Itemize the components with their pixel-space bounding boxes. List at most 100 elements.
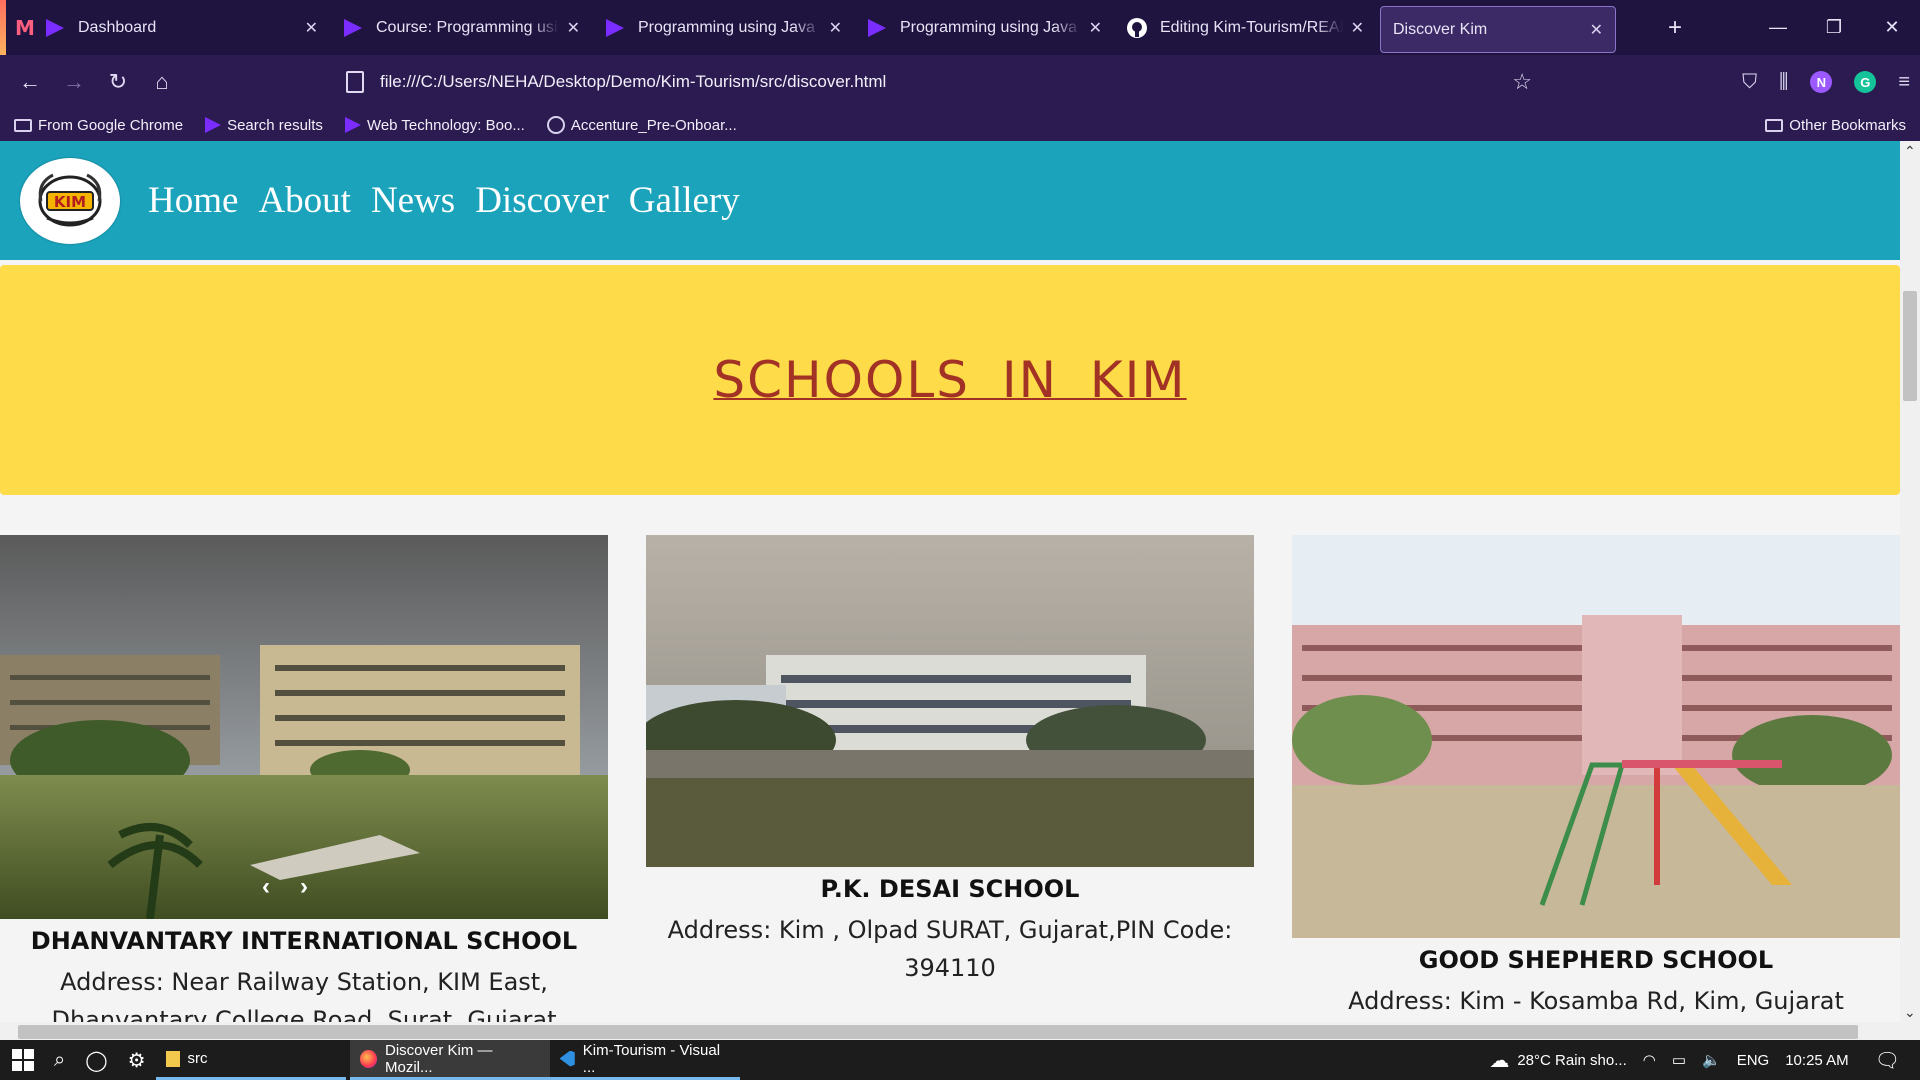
library-icon[interactable]: ⫼ (1779, 71, 1788, 94)
notification-icon[interactable]: 🗨 (1875, 1048, 1900, 1073)
scrollbar-thumb[interactable] (1903, 291, 1917, 401)
tab-dashboard[interactable]: M Dashboard ✕ (0, 0, 330, 55)
forward-arrow-icon[interactable]: → (52, 60, 96, 104)
tab-title: Dashboard (78, 18, 157, 36)
cloud-rain-icon: ☁ (1489, 1049, 1510, 1072)
tab-bar: M Dashboard ✕ Course: Programming using … (0, 0, 1920, 55)
folder-icon (1765, 118, 1784, 132)
nav-gallery[interactable]: Gallery (629, 179, 740, 222)
tab-programming-con[interactable]: Programming using Java Con ✕ (592, 0, 854, 55)
weather-text: 28°C Rain sho... (1517, 1051, 1627, 1069)
bookmark-accenture[interactable]: Accenture_Pre-Onboar... (546, 116, 737, 134)
kim-logo[interactable]: KIM (20, 157, 120, 244)
pocket-icon[interactable]: ⛉ (1742, 71, 1757, 94)
tab-discover-kim[interactable]: Discover Kim ✕ (1380, 6, 1616, 53)
horizontal-scrollbar[interactable] (0, 1022, 1900, 1042)
grammarly-icon[interactable]: G (1854, 71, 1877, 93)
nav-news[interactable]: News (371, 179, 455, 222)
weather-widget[interactable]: ☁ 28°C Rain sho... (1489, 1048, 1626, 1073)
school-card-good-shepherd: GOOD SHEPHERD SCHOOL Address: Kim - Kosa… (1292, 535, 1900, 1045)
taskbar-app-src[interactable]: src (155, 1040, 346, 1080)
globe-icon (546, 116, 565, 134)
taskbar-app-label: Kim-Tourism - Visual ... (582, 1041, 721, 1076)
page-title[interactable]: SCHOOLS IN KIM (713, 351, 1186, 409)
scroll-down-icon[interactable]: ⌄ (1904, 1004, 1916, 1021)
scroll-up-icon[interactable]: ⌃ (1904, 143, 1916, 160)
school-name: GOOD SHEPHERD SCHOOL (1418, 946, 1774, 974)
bookmark-web-technology[interactable]: Web Technology: Boo... (344, 116, 525, 134)
reload-icon[interactable]: ↻ (96, 60, 140, 104)
cortana-icon[interactable]: ◯ (75, 1040, 117, 1080)
url-bar[interactable]: file:///C:/Users/NEHA/Desktop/Demo/Kim-T… (334, 62, 1544, 102)
folder-icon (14, 118, 32, 132)
language-indicator[interactable]: ENG (1737, 1052, 1770, 1069)
menu-icon[interactable]: ≡ (1898, 71, 1910, 94)
school-card-dhanvantary: ‹ › DHANVANTARY INTERNATIONAL SCHOOL Add… (0, 535, 608, 1045)
close-window-button[interactable]: ✕ (1864, 0, 1920, 55)
carousel-next-button[interactable]: › (300, 873, 308, 901)
scrollbar-thumb[interactable] (18, 1025, 1858, 1039)
taskbar-app-firefox[interactable]: Discover Kim — Mozil... (349, 1040, 550, 1080)
site-header: KIM Home About News Discover Gallery (0, 141, 1900, 260)
taskbar-app-label: Discover Kim — Mozil... (385, 1041, 493, 1076)
nav-about[interactable]: About (258, 179, 351, 222)
volume-icon[interactable]: 🔈 (1702, 1051, 1721, 1069)
close-icon[interactable]: ✕ (1590, 20, 1603, 40)
school-photo-carousel[interactable]: ‹ › (0, 535, 608, 919)
minimize-button[interactable]: — (1750, 0, 1806, 55)
star-icon[interactable]: ☆ (1512, 69, 1532, 95)
system-tray: ☁ 28°C Rain sho... ◠ ▭ 🔈 ENG 10:25 AM 🗨 (1489, 1040, 1920, 1080)
page-icon (346, 71, 364, 93)
nav-home[interactable]: Home (148, 179, 238, 222)
school-card-pk-desai: P.K. DESAI SCHOOL Address: Kim , Olpad S… (646, 535, 1254, 987)
bookmark-label: Search results (227, 116, 323, 134)
close-icon[interactable]: ✕ (829, 18, 842, 38)
windows-taskbar: ⌕ ◯ ⚙ src Discover Kim — Mozil... Kim-To… (0, 1040, 1920, 1080)
school-name: DHANVANTARY INTERNATIONAL SCHOOL (30, 927, 578, 955)
tab-title: Course: Programming using Java (376, 18, 559, 36)
back-arrow-icon[interactable]: ← (8, 60, 52, 104)
nav-discover[interactable]: Discover (475, 179, 609, 222)
settings-gear-icon[interactable]: ⚙ (118, 1040, 156, 1080)
tab-title: Programming using Java Con (638, 18, 821, 36)
search-icon[interactable]: ⌕ (44, 1040, 75, 1080)
tab-programming-mo[interactable]: Programming using Java Mo ✕ (854, 0, 1114, 55)
restore-button[interactable]: ❐ (1806, 0, 1862, 55)
taskbar-app-vscode[interactable]: Kim-Tourism - Visual ... (549, 1040, 740, 1080)
school-address: Address: Kim , Olpad SURAT, Gujarat,PIN … (667, 916, 1233, 982)
vertical-scrollbar[interactable]: ⌃ ⌄ (1900, 141, 1920, 1045)
wifi-icon[interactable]: ◠ (1643, 1051, 1656, 1069)
school-photo (646, 535, 1254, 867)
close-icon[interactable]: ✕ (1351, 18, 1364, 38)
bookmark-label: From Google Chrome (38, 116, 184, 134)
school-photo (1292, 535, 1900, 938)
carousel-prev-button[interactable]: ‹ (262, 873, 270, 901)
school-name: P.K. DESAI SCHOOL (820, 875, 1080, 903)
bookmark-search-results[interactable]: Search results (205, 117, 323, 134)
windows-start-icon[interactable] (0, 1040, 44, 1080)
home-icon[interactable]: ⌂ (140, 60, 184, 104)
gmail-icon: M (15, 15, 35, 40)
tab-course[interactable]: Course: Programming using Java ✕ (330, 0, 592, 55)
tab-title: Programming using Java Mo (900, 18, 1081, 36)
tab-github-readme[interactable]: Editing Kim-Tourism/README ✕ (1114, 0, 1376, 55)
chevron-brand-icon (342, 17, 364, 39)
other-bookmarks-label: Other Bookmarks (1789, 116, 1906, 134)
battery-icon[interactable]: ▭ (1672, 1051, 1686, 1069)
close-icon[interactable]: ✕ (305, 18, 318, 38)
close-icon[interactable]: ✕ (1089, 18, 1102, 38)
clock[interactable]: 10:25 AM (1785, 1052, 1848, 1069)
bookmark-label: Web Technology: Boo... (366, 116, 525, 134)
bookmarks-bar: From Google Chrome Search results Web Te… (0, 109, 1920, 141)
toolbar-right: ⛉ ⫼ N G ≡ (1742, 55, 1910, 109)
chevron-brand-icon (205, 117, 222, 133)
close-icon[interactable]: ✕ (567, 18, 580, 38)
profile-avatar[interactable]: N (1810, 71, 1833, 93)
tab-title: Editing Kim-Tourism/README (1160, 18, 1343, 36)
main-nav: Home About News Discover Gallery (148, 179, 740, 222)
other-bookmarks[interactable]: Other Bookmarks (1765, 117, 1906, 134)
new-tab-button[interactable]: + (1660, 0, 1690, 55)
folder-icon (165, 1050, 180, 1067)
vscode-icon (559, 1050, 575, 1067)
bookmark-from-google-chrome[interactable]: From Google Chrome (14, 117, 183, 134)
